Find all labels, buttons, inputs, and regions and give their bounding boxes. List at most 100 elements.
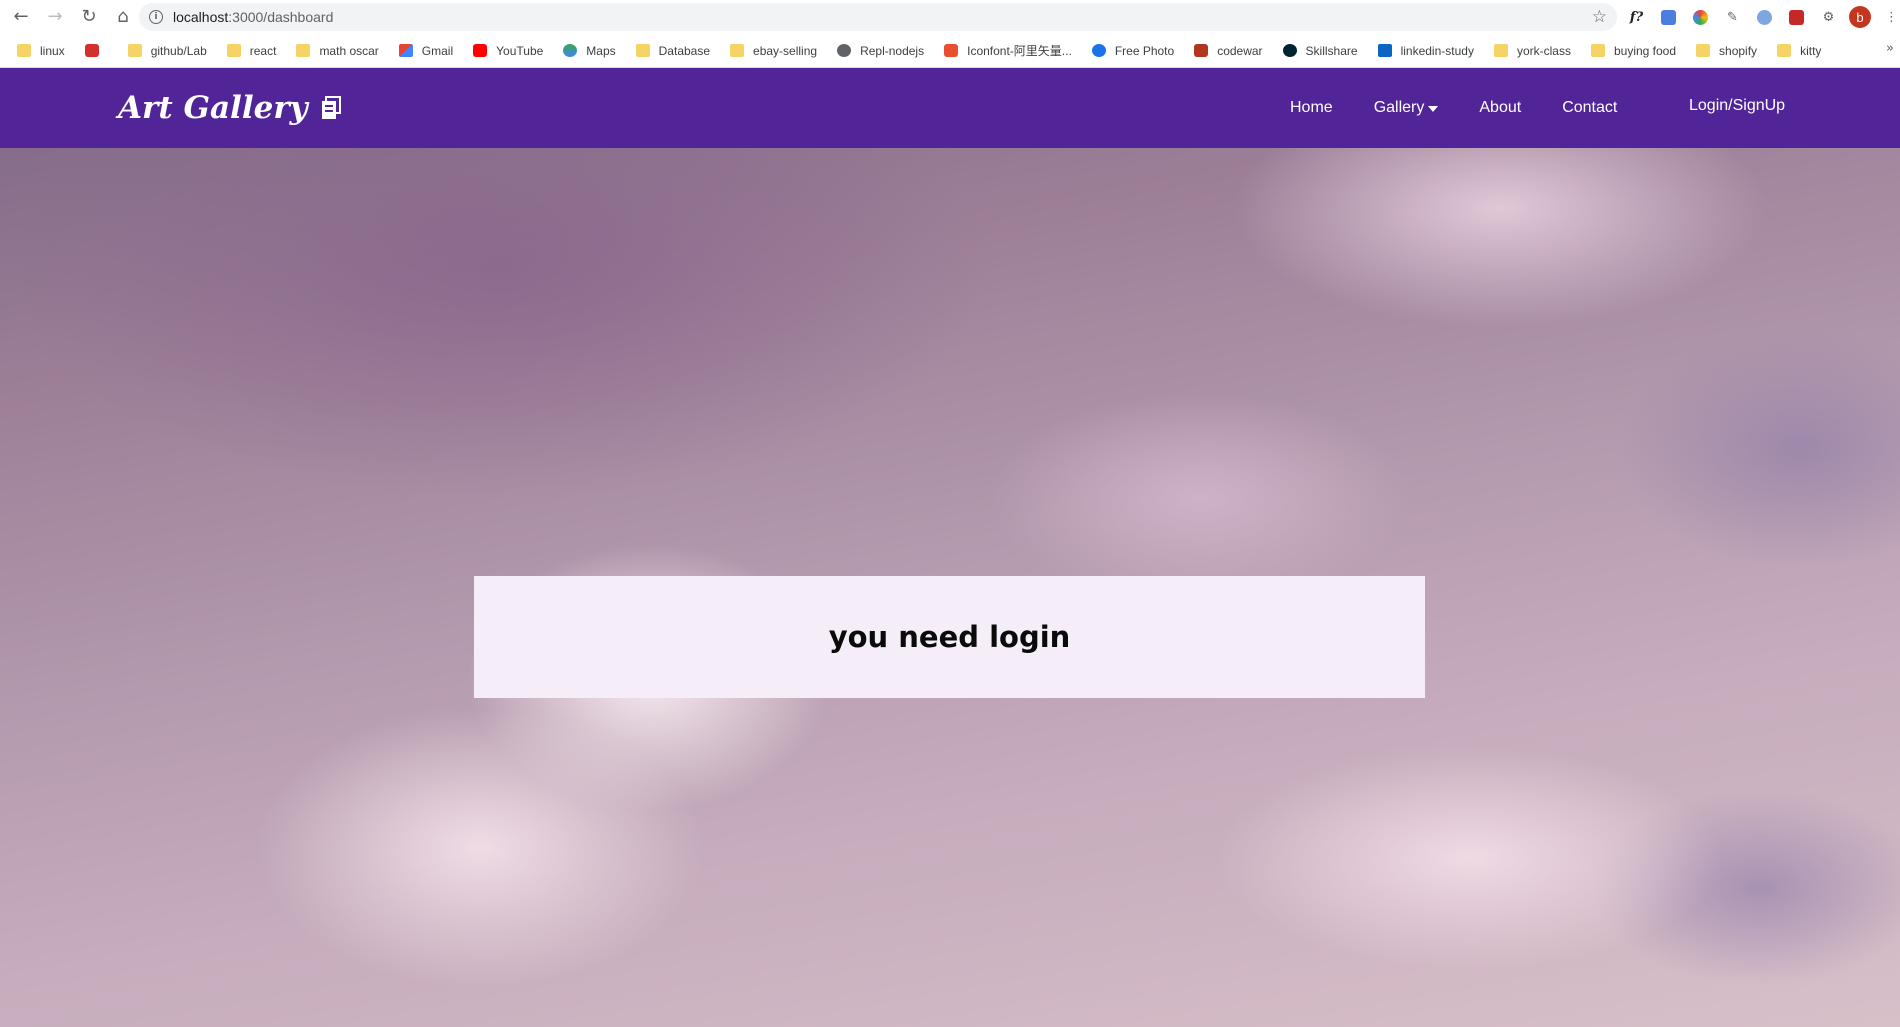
folder-icon — [1493, 44, 1508, 57]
eyedropper-extension-icon[interactable]: ✎ — [1721, 6, 1744, 29]
nav-contact-label: Contact — [1562, 99, 1618, 116]
bookmark-star-icon[interactable]: ☆ — [1592, 7, 1607, 27]
bookmark-item[interactable]: linkedin-study — [1373, 39, 1479, 63]
browser-toolbar: ← → ↻ ⌂ i localhost:3000/dashboard ☆ f? … — [0, 0, 1900, 34]
puzzle-extensions-icon[interactable]: ⚙ — [1817, 6, 1840, 29]
folder-icon — [1696, 44, 1711, 57]
bookmark-label: ebay-selling — [753, 43, 818, 58]
nav-about-label: About — [1479, 99, 1522, 116]
bookmark-item[interactable]: react — [222, 39, 282, 63]
bookmark-item[interactable]: Skillshare — [1278, 39, 1363, 63]
site-info-icon[interactable]: i — [149, 10, 163, 24]
bookmark-item[interactable]: linux — [12, 39, 70, 63]
back-icon[interactable]: ← — [8, 4, 34, 30]
youtube-icon — [473, 44, 488, 57]
url-path: :3000/dashboard — [228, 9, 334, 25]
bookmark-item[interactable]: Repl-nodejs — [832, 39, 929, 63]
bookmark-label: york-class — [1516, 43, 1571, 58]
bookmark-label: Iconfont-阿里矢量... — [967, 44, 1072, 58]
folder-icon — [127, 44, 142, 57]
nav-links: Home Gallery About Contact — [1290, 68, 1658, 148]
login-required-panel: you need login — [474, 576, 1425, 698]
bookmark-item[interactable]: buying food — [1586, 39, 1681, 63]
caret-down-icon — [1428, 106, 1439, 112]
bookmark-item[interactable]: Maps — [558, 39, 620, 63]
browser-menu-icon[interactable]: ⋮ — [1880, 6, 1900, 29]
bookmark-label: linux — [40, 43, 65, 58]
replit-icon — [837, 44, 852, 57]
bookmark-label: Database — [658, 43, 711, 58]
font-extension-icon[interactable]: f? — [1625, 6, 1648, 29]
bookmark-label: Skillshare — [1305, 43, 1358, 58]
bookmark-label: Gmail — [421, 43, 454, 58]
bookmark-label: math oscar — [319, 43, 379, 58]
bookmark-item[interactable]: Iconfont-阿里矢量... — [939, 39, 1077, 63]
iconfont-icon — [944, 44, 959, 57]
bookmark-item[interactable]: ebay-selling — [725, 39, 822, 63]
login-required-message: you need login — [828, 620, 1071, 654]
linkedin-icon — [1377, 44, 1392, 57]
bookmark-label: codewar — [1217, 43, 1263, 58]
folder-icon — [730, 44, 745, 57]
nav-gallery-label: Gallery — [1373, 99, 1425, 116]
bookmark-label: linkedin-study — [1400, 43, 1474, 58]
bookmark-label: buying food — [1613, 43, 1677, 58]
folder-icon — [17, 44, 31, 57]
bookmark-label: Free Photo — [1114, 43, 1175, 58]
maps-icon — [563, 44, 578, 57]
bookmark-label: shopify — [1719, 43, 1758, 58]
gallery-logo-icon — [321, 96, 342, 120]
folder-icon — [226, 44, 241, 57]
bookmark-label: react — [249, 43, 277, 58]
extensions-area: f? ✎ ⚙ b ⋮ — [1625, 4, 1900, 30]
bookmark-item[interactable]: Database — [631, 39, 715, 63]
bookmark-item[interactable]: york-class — [1489, 39, 1576, 63]
profile-avatar[interactable]: b — [1849, 6, 1871, 28]
nav-gallery-dropdown[interactable]: Gallery — [1374, 99, 1439, 117]
site-navbar: Art Gallery Home Gallery About Contact L… — [0, 68, 1900, 148]
bookmark-item[interactable]: kitty — [1772, 39, 1826, 63]
pdf-extension-icon[interactable] — [1785, 6, 1808, 29]
bookmark-item[interactable]: Free Photo — [1087, 39, 1179, 63]
bookmark-label: github/Lab — [150, 43, 207, 58]
bookmark-item[interactable]: shopify — [1691, 39, 1762, 63]
color-extension-icon[interactable] — [1689, 6, 1712, 29]
bookmarks-overflow-icon[interactable]: » — [1886, 41, 1894, 56]
gmail-icon — [398, 44, 413, 57]
web-page: Art Gallery Home Gallery About Contact L… — [0, 68, 1900, 1027]
bookmark-item[interactable]: math oscar — [291, 39, 383, 63]
nav-about-link[interactable]: About — [1479, 99, 1521, 117]
bookmark-item[interactable]: Gmail — [394, 39, 458, 63]
bookmark-label: Repl-nodejs — [860, 43, 925, 58]
cloud-background-image — [0, 68, 1900, 1027]
folder-icon — [296, 44, 311, 57]
bookmark-item[interactable]: codewar — [1189, 39, 1267, 63]
nav-home-link[interactable]: Home — [1290, 99, 1333, 117]
info-extension-icon[interactable] — [1753, 6, 1776, 29]
codewars-icon — [1194, 44, 1209, 57]
url-text[interactable]: localhost:3000/dashboard — [173, 9, 333, 25]
nav-contact-link[interactable]: Contact — [1562, 99, 1617, 117]
bookmark-item[interactable]: github/Lab — [123, 39, 212, 63]
freephoto-icon — [1091, 44, 1106, 57]
brand-title: Art Gallery — [118, 90, 308, 126]
reload-icon[interactable]: ↻ — [76, 4, 102, 30]
folder-icon — [1777, 44, 1792, 57]
forward-icon[interactable]: → — [42, 4, 68, 30]
url-host: localhost — [173, 9, 229, 25]
bookmark-item[interactable] — [80, 39, 113, 63]
bookmark-label: kitty — [1800, 43, 1822, 58]
brand-logo[interactable]: Art Gallery — [118, 86, 342, 130]
bookmarks-bar: linux github/Lab react math oscar Gmail … — [0, 34, 1900, 68]
home-icon[interactable]: ⌂ — [110, 4, 136, 30]
login-signup-link[interactable]: Login/SignUp — [1689, 97, 1785, 115]
nav-home-label: Home — [1290, 99, 1333, 116]
translate-extension-icon[interactable] — [1657, 6, 1680, 29]
bookmark-label: Maps — [586, 43, 616, 58]
bookmark-label: YouTube — [496, 43, 544, 58]
folder-icon — [635, 44, 650, 57]
bookmark-item[interactable]: YouTube — [468, 39, 548, 63]
skillshare-icon — [1282, 44, 1297, 57]
address-bar[interactable]: i localhost:3000/dashboard ☆ — [139, 3, 1617, 31]
folder-icon — [1590, 44, 1605, 57]
